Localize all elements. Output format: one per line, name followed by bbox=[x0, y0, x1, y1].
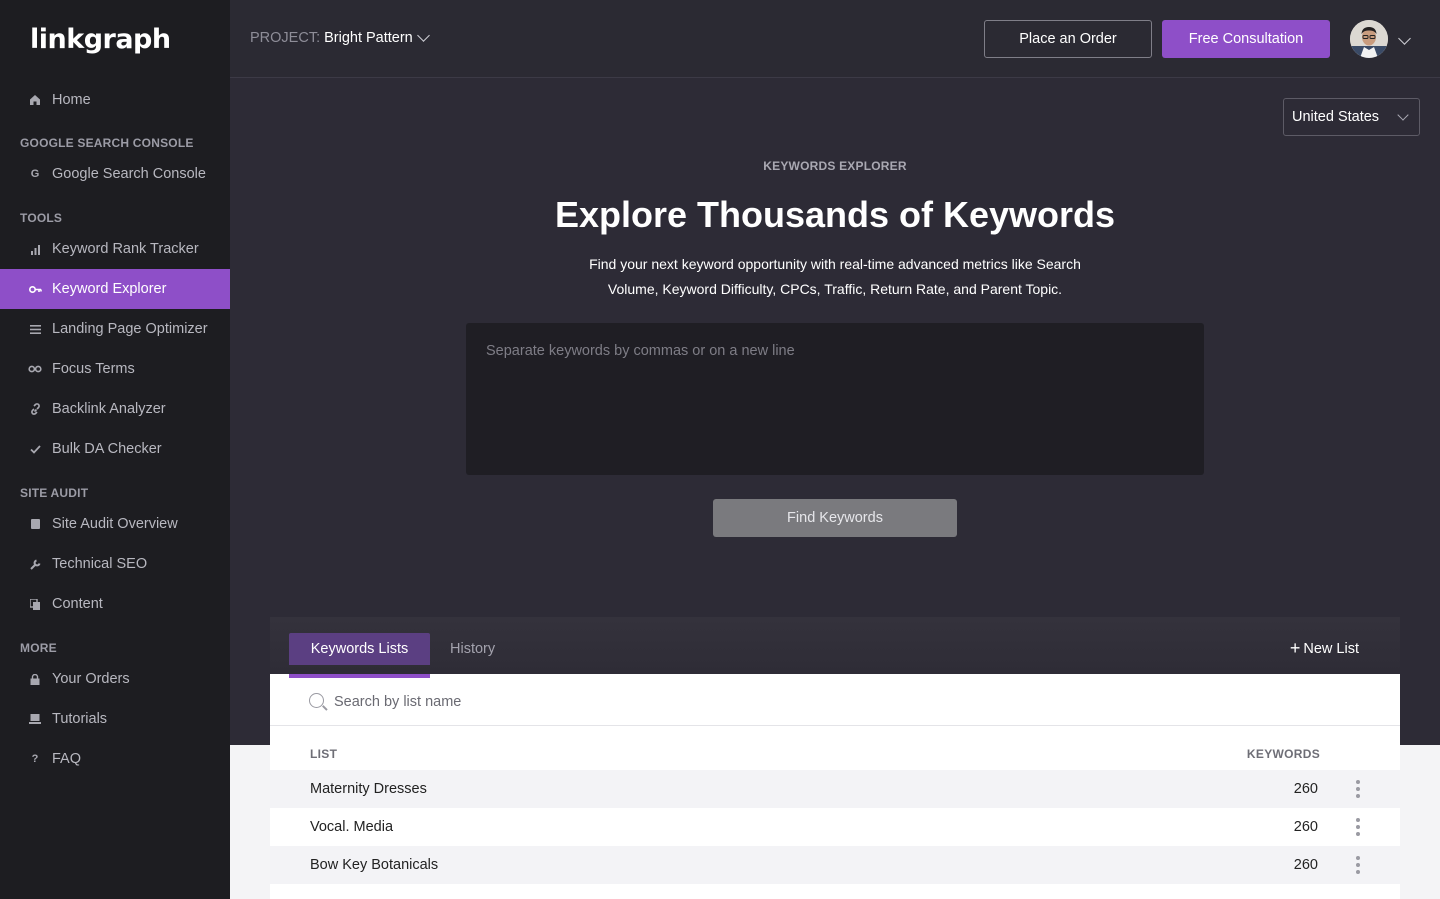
link-icon bbox=[28, 402, 42, 416]
active-tab-indicator bbox=[289, 674, 430, 678]
list-name[interactable]: Maternity Dresses bbox=[310, 781, 427, 797]
project-name: Bright Pattern bbox=[324, 30, 413, 46]
country-value: United States bbox=[1292, 109, 1380, 125]
list-icon bbox=[28, 322, 42, 336]
sidebar-item-label: Google Search Console bbox=[52, 166, 206, 182]
keyword-count: 260 bbox=[1293, 819, 1318, 835]
page-eyebrow: KEYWORDS EXPLORER bbox=[763, 159, 907, 173]
tab-keywords-lists[interactable]: Keywords Lists bbox=[289, 633, 430, 665]
sidebar-item-label: Bulk DA Checker bbox=[52, 441, 162, 457]
home-icon bbox=[28, 93, 42, 107]
list-search-bar bbox=[270, 674, 1400, 726]
page-subtitle: Find your next keyword opportunity with … bbox=[589, 256, 1081, 297]
infinity-icon bbox=[28, 362, 42, 376]
sidebar-item-label: Tutorials bbox=[52, 711, 108, 727]
new-list-label: New List bbox=[1303, 641, 1359, 657]
sidebar-item-label: Landing Page Optimizer bbox=[52, 321, 208, 337]
sidebar-item-keyword-explorer[interactable]: Keyword Explorer bbox=[0, 269, 230, 309]
sidebar-item-bulk-da-checker[interactable]: Bulk DA Checker bbox=[0, 429, 230, 469]
section-title-gsc: GOOGLE SEARCH CONSOLE bbox=[20, 136, 194, 150]
wrench-icon bbox=[28, 557, 42, 571]
sidebar-item-google-search-console[interactable]: G Google Search Console bbox=[0, 154, 230, 194]
sidebar-item-home[interactable]: Home bbox=[0, 80, 230, 120]
keyword-count: 260 bbox=[1293, 781, 1318, 797]
column-header-list[interactable]: LIST bbox=[310, 747, 337, 761]
chevron-down-icon[interactable] bbox=[1398, 32, 1411, 45]
more-options-icon[interactable] bbox=[1352, 780, 1364, 798]
column-header-keywords[interactable]: KEYWORDS bbox=[1247, 747, 1320, 761]
avatar[interactable] bbox=[1350, 20, 1388, 58]
sidebar-item-content[interactable]: Content bbox=[0, 584, 230, 624]
laptop-icon bbox=[28, 712, 42, 726]
list-name[interactable]: Bow Key Botanicals bbox=[310, 857, 438, 873]
chevron-down-icon bbox=[416, 29, 430, 42]
country-select[interactable]: United States bbox=[1283, 98, 1420, 136]
top-header: PROJECT: Bright Pattern Place an Order F… bbox=[230, 0, 1440, 78]
sidebar-item-label: Content bbox=[52, 596, 103, 612]
sidebar-item-site-audit-overview[interactable]: Site Audit Overview bbox=[0, 504, 230, 544]
list-search-input[interactable] bbox=[334, 690, 734, 714]
list-name[interactable]: Vocal. Media bbox=[310, 819, 393, 835]
lists-body: LIST KEYWORDS Maternity Dresses 260 Voca… bbox=[270, 674, 1400, 899]
sidebar-item-label: Backlink Analyzer bbox=[52, 401, 166, 417]
check-icon bbox=[28, 442, 42, 456]
sidebar-item-tutorials[interactable]: Tutorials bbox=[0, 699, 230, 739]
section-title-site-audit: SITE AUDIT bbox=[20, 486, 89, 500]
section-title-more: MORE bbox=[20, 641, 57, 655]
sidebar-item-keyword-rank-tracker[interactable]: Keyword Rank Tracker bbox=[0, 229, 230, 269]
square-icon bbox=[28, 517, 42, 531]
bar-chart-icon bbox=[28, 242, 42, 256]
project-prefix: PROJECT: bbox=[250, 30, 321, 46]
keywords-input[interactable] bbox=[466, 323, 1204, 475]
table-row[interactable]: Bow Key Botanicals 260 bbox=[270, 846, 1400, 884]
keyword-count: 260 bbox=[1293, 857, 1318, 873]
section-title-tools: TOOLS bbox=[20, 211, 63, 225]
sidebar-item-label: Technical SEO bbox=[52, 556, 148, 572]
sidebar-item-label: Keyword Rank Tracker bbox=[52, 241, 199, 257]
plus-icon: + bbox=[1289, 637, 1301, 658]
sidebar-item-label: Home bbox=[52, 92, 91, 108]
tab-history[interactable]: History bbox=[450, 633, 495, 665]
table-row[interactable]: Maternity Dresses 260 bbox=[270, 770, 1400, 808]
sidebar-item-backlink-analyzer[interactable]: Backlink Analyzer bbox=[0, 389, 230, 429]
place-order-button[interactable]: Place an Order bbox=[984, 20, 1152, 58]
google-icon: G bbox=[30, 168, 40, 180]
new-list-button[interactable]: + New List bbox=[1290, 633, 1359, 665]
sidebar-item-technical-seo[interactable]: Technical SEO bbox=[0, 544, 230, 584]
project-selector[interactable]: PROJECT: Bright Pattern bbox=[250, 29, 430, 46]
keyword-lists-panel: Keywords Lists History + New List LIST K… bbox=[270, 617, 1400, 899]
sidebar-item-label: FAQ bbox=[52, 751, 82, 767]
chevron-down-icon bbox=[1397, 109, 1409, 121]
find-keywords-button[interactable]: Find Keywords bbox=[713, 499, 957, 537]
page-title: Explore Thousands of Keywords bbox=[554, 194, 1116, 235]
sidebar-item-label: Focus Terms bbox=[52, 361, 135, 377]
sidebar-item-label: Keyword Explorer bbox=[52, 281, 167, 297]
question-icon: ? bbox=[31, 753, 39, 765]
sidebar: linkgraph Home GOOGLE SEARCH CONSOLE G G… bbox=[0, 0, 230, 899]
sidebar-item-landing-page-optimizer[interactable]: Landing Page Optimizer bbox=[0, 309, 230, 349]
sidebar-item-label: Your Orders bbox=[52, 671, 130, 687]
search-icon bbox=[309, 693, 324, 708]
sidebar-item-faq[interactable]: ? FAQ bbox=[0, 739, 230, 779]
free-consultation-button[interactable]: Free Consultation bbox=[1162, 20, 1330, 58]
more-options-icon[interactable] bbox=[1352, 856, 1364, 874]
lock-icon bbox=[28, 672, 42, 686]
logo[interactable]: linkgraph bbox=[30, 24, 171, 55]
sidebar-item-label: Site Audit Overview bbox=[52, 516, 178, 532]
key-icon bbox=[28, 282, 42, 296]
lists-tabbar: Keywords Lists History + New List bbox=[270, 617, 1400, 674]
more-options-icon[interactable] bbox=[1352, 818, 1364, 836]
sidebar-item-your-orders[interactable]: Your Orders bbox=[0, 659, 230, 699]
copy-icon bbox=[28, 597, 42, 611]
sidebar-item-focus-terms[interactable]: Focus Terms bbox=[0, 349, 230, 389]
table-row[interactable]: Vocal. Media 260 bbox=[270, 808, 1400, 846]
